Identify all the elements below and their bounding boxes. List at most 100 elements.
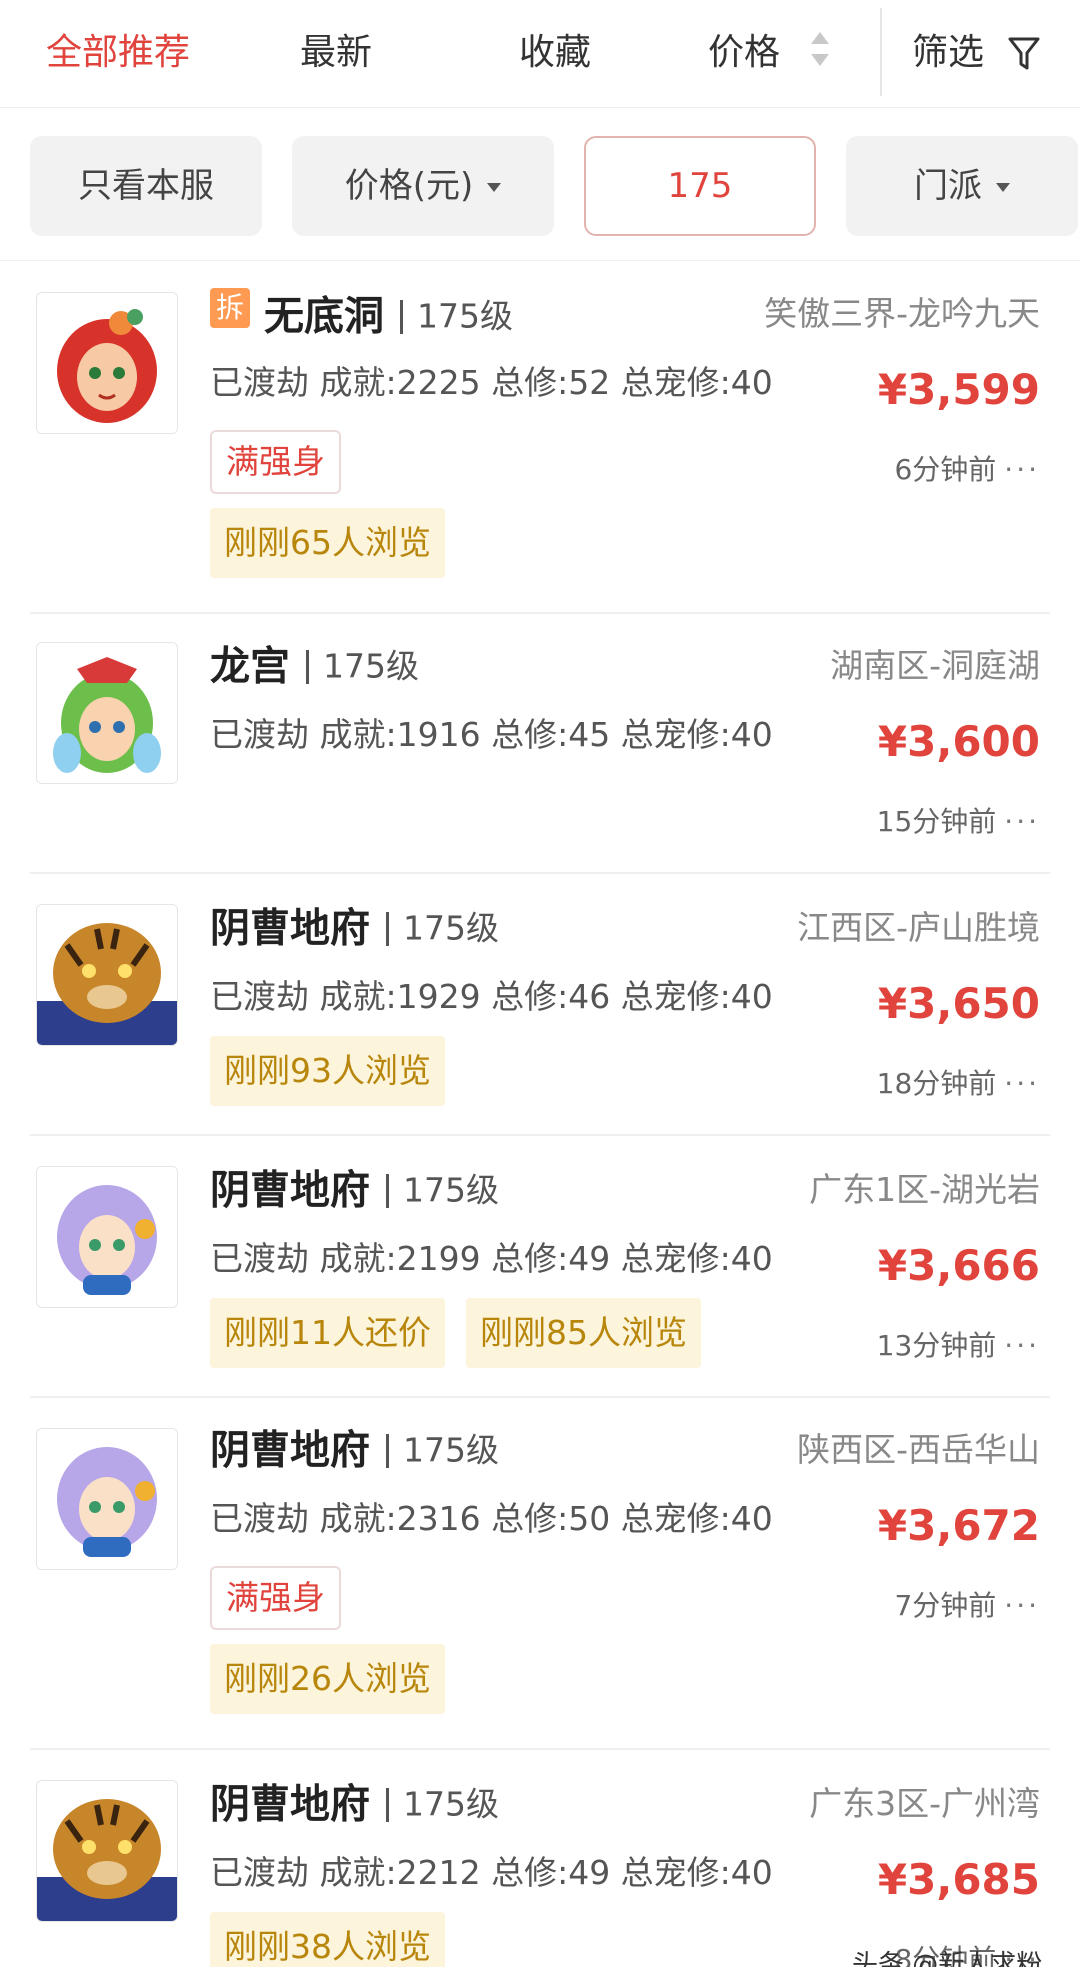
server-name: 笑傲三界-龙吟九天	[764, 294, 1040, 333]
stats-text: 已渡劫 成就:1929 总修:46 总宠修:40	[210, 977, 773, 1016]
same-server-chip[interactable]: 只看本服	[30, 136, 262, 236]
level-text: 175级	[323, 646, 419, 686]
level-text: 175级	[403, 1784, 499, 1824]
funnel-icon[interactable]	[1008, 36, 1040, 72]
title-divider	[386, 911, 389, 946]
green-hair-character-icon	[37, 643, 177, 783]
more-icon[interactable]: ···	[1004, 1067, 1040, 1100]
caret-down-icon	[487, 183, 502, 192]
price-dropdown[interactable]: 价格(元)	[292, 136, 554, 236]
level-input[interactable]: 175	[584, 136, 816, 236]
listing-title: 阴曹地府 175级	[210, 1424, 499, 1476]
tag-counter-offers: 刚刚11人还价	[210, 1298, 445, 1368]
school-name: 龙宫	[210, 643, 290, 690]
listing-row[interactable]: 龙宫 175级 湖南区-洞庭湖 已渡劫 成就:1916 总修:45 总宠修:40 …	[0, 614, 1080, 872]
listing-row[interactable]: 阴曹地府 175级 江西区-庐山胜境 已渡劫 成就:1929 总修:46 总宠修:…	[0, 874, 1080, 1134]
price: ¥3,672	[877, 1501, 1040, 1550]
tag-views: 刚刚38人浏览	[210, 1912, 445, 1967]
caret-down-icon	[996, 183, 1010, 192]
tab-newest[interactable]: 最新	[300, 28, 372, 78]
page: 全部推荐 最新 收藏 价格 筛选 只看本服 价格(元) 175 门派 拆 无底洞…	[0, 0, 1080, 1967]
school-name: 阴曹地府	[210, 1781, 370, 1828]
tag-full-strength: 满强身	[210, 430, 341, 494]
title-divider	[306, 649, 309, 684]
title-divider	[386, 1173, 389, 1208]
tag-views: 刚刚93人浏览	[210, 1036, 445, 1106]
time-posted: 13分钟前 ···	[877, 1326, 1040, 1366]
time-text: 7分钟前	[894, 1589, 997, 1622]
listing-title: 龙宫 175级	[210, 640, 419, 692]
listing-row[interactable]: 阴曹地府 175级 陕西区-西岳华山 已渡劫 成就:2316 总修:50 总宠修:…	[0, 1398, 1080, 1748]
price: ¥3,666	[877, 1241, 1040, 1290]
tag-views: 刚刚26人浏览	[210, 1644, 445, 1714]
tiger-character-icon	[37, 905, 177, 1045]
tab-price[interactable]: 价格	[708, 28, 780, 78]
tag-full-strength: 满强身	[210, 1566, 341, 1630]
listing-row[interactable]: 拆无底洞 175级 笑傲三界-龙吟九天 已渡劫 成就:2225 总修:52 总宠修…	[0, 262, 1080, 612]
server-name: 湖南区-洞庭湖	[830, 646, 1040, 685]
stats-text: 已渡劫 成就:1916 总修:45 总宠修:40	[210, 715, 773, 754]
sort-arrows-icon[interactable]	[808, 32, 832, 72]
listing-title: 阴曹地府 175级	[210, 902, 499, 954]
filter-button[interactable]: 筛选	[912, 28, 984, 78]
title-divider	[386, 1433, 389, 1468]
server-name: 广东3区-广州湾	[809, 1784, 1040, 1823]
school-dropdown[interactable]: 门派	[846, 136, 1078, 236]
listing-row[interactable]: 阴曹地府 175级 广东1区-湖光岩 已渡劫 成就:2199 总修:49 总宠修:…	[0, 1136, 1080, 1396]
stats-text: 已渡劫 成就:2225 总修:52 总宠修:40	[210, 363, 773, 402]
split-badge: 拆	[210, 288, 250, 328]
tab-all-recommended[interactable]: 全部推荐	[46, 28, 190, 78]
stats-text: 已渡劫 成就:2199 总修:49 总宠修:40	[210, 1239, 773, 1278]
listing-title: 拆无底洞 175级	[210, 288, 513, 340]
server-name: 江西区-庐山胜境	[797, 908, 1040, 947]
character-avatar	[36, 1428, 178, 1570]
more-icon[interactable]: ···	[1004, 453, 1040, 486]
listing-row[interactable]: 阴曹地府 175级 广东3区-广州湾 已渡劫 成就:2212 总修:49 总宠修:…	[0, 1750, 1080, 1967]
more-icon[interactable]: ···	[1004, 1329, 1040, 1362]
school-name: 无底洞	[264, 293, 384, 340]
title-divider	[400, 299, 403, 334]
price: ¥3,600	[877, 717, 1040, 766]
character-avatar	[36, 292, 178, 434]
sort-divider	[880, 8, 882, 96]
school-name: 阴曹地府	[210, 905, 370, 952]
school-name: 阴曹地府	[210, 1167, 370, 1214]
price: ¥3,599	[877, 365, 1040, 414]
school-name: 阴曹地府	[210, 1427, 370, 1474]
stats-text: 已渡劫 成就:2316 总修:50 总宠修:40	[210, 1499, 773, 1538]
same-server-label: 只看本服	[78, 166, 214, 206]
level-text: 175级	[403, 908, 499, 948]
red-hair-character-icon	[37, 293, 177, 433]
tag-views: 刚刚65人浏览	[210, 508, 445, 578]
listing-title: 阴曹地府 175级	[210, 1778, 499, 1830]
time-posted: 7分钟前 ···	[894, 1586, 1040, 1626]
purple-hair-character-icon	[37, 1429, 177, 1569]
tab-favorites[interactable]: 收藏	[519, 28, 591, 78]
level-text: 175级	[403, 1170, 499, 1210]
time-text: 13分钟前	[876, 1329, 997, 1362]
time-posted: 6分钟前 ···	[894, 450, 1040, 490]
price-dropdown-label: 价格(元)	[344, 166, 474, 206]
level-input-value: 175	[667, 166, 733, 206]
server-name: 广东1区-湖光岩	[809, 1170, 1040, 1209]
character-avatar	[36, 642, 178, 784]
character-avatar	[36, 1780, 178, 1922]
school-dropdown-label: 门派	[914, 166, 982, 206]
purple-hair-character-icon	[37, 1167, 177, 1307]
watermark: 头条 @新人求粉	[852, 1950, 1043, 1967]
filter-chips: 只看本服 价格(元) 175 门派	[0, 108, 1080, 261]
listing-title: 阴曹地府 175级	[210, 1164, 499, 1216]
more-icon[interactable]: ···	[1004, 805, 1040, 838]
time-text: 18分钟前	[876, 1067, 997, 1100]
character-avatar	[36, 1166, 178, 1308]
tag-views: 刚刚85人浏览	[466, 1298, 701, 1368]
more-icon[interactable]: ···	[1004, 1589, 1040, 1622]
level-text: 175级	[403, 1430, 499, 1470]
time-posted: 15分钟前 ···	[877, 802, 1040, 842]
time-text: 6分钟前	[894, 453, 997, 486]
time-text: 15分钟前	[876, 805, 997, 838]
price: ¥3,650	[877, 979, 1040, 1028]
character-avatar	[36, 904, 178, 1046]
tiger-character-icon	[37, 1781, 177, 1921]
stats-text: 已渡劫 成就:2212 总修:49 总宠修:40	[210, 1853, 773, 1892]
